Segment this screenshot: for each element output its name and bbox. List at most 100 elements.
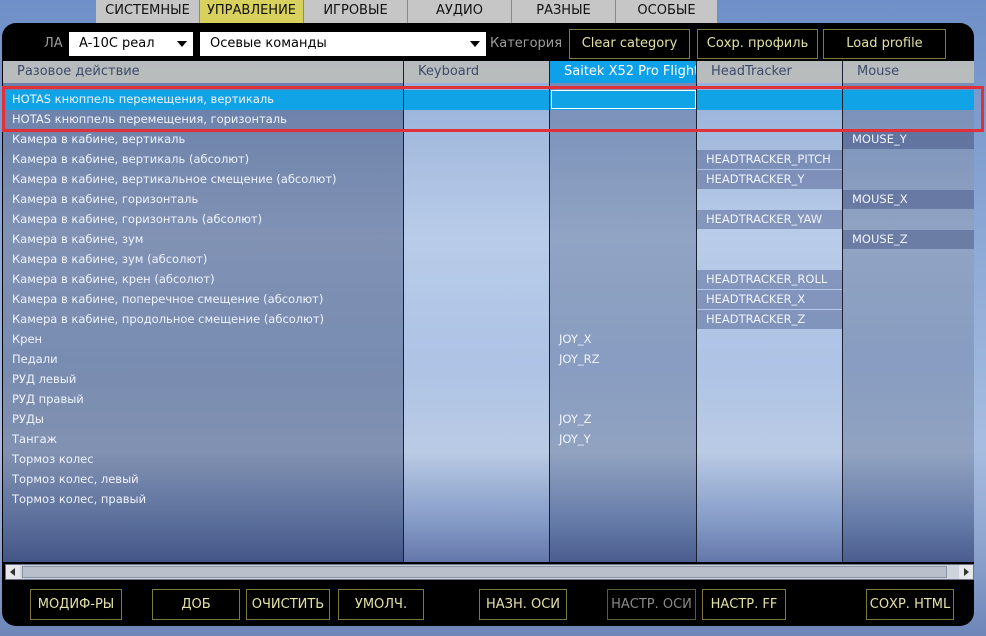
joystick-cell[interactable] bbox=[550, 450, 696, 469]
mouse-cell[interactable] bbox=[843, 90, 974, 109]
mouse-cell[interactable] bbox=[843, 490, 974, 509]
keyboard-cell[interactable] bbox=[404, 90, 549, 109]
aircraft-select[interactable]: A-10C реал bbox=[69, 32, 193, 56]
mouse-cell[interactable] bbox=[843, 330, 974, 349]
table-row[interactable]: Тормоз колес, левый bbox=[3, 470, 974, 490]
table-row[interactable]: Тангаж JOY_Y bbox=[3, 430, 974, 450]
joystick-cell[interactable] bbox=[550, 230, 696, 249]
column-header-headtracker[interactable]: HeadTracker bbox=[697, 61, 842, 83]
joystick-cell[interactable]: JOY_Y bbox=[550, 430, 696, 449]
action-cell[interactable]: Камера в кабине, горизонталь bbox=[3, 190, 403, 209]
mouse-cell[interactable] bbox=[843, 370, 974, 389]
mouse-cell[interactable] bbox=[843, 350, 974, 369]
action-cell[interactable]: Тормоз колес, левый bbox=[3, 470, 403, 489]
headtracker-cell[interactable] bbox=[697, 130, 842, 149]
headtracker-cell[interactable] bbox=[697, 390, 842, 409]
headtracker-cell[interactable] bbox=[697, 250, 842, 269]
keyboard-cell[interactable] bbox=[404, 150, 549, 169]
joystick-cell[interactable] bbox=[550, 190, 696, 209]
mouse-cell[interactable] bbox=[843, 310, 974, 329]
table-row[interactable]: Тормоз колес bbox=[3, 450, 974, 470]
horizontal-scrollbar[interactable] bbox=[5, 564, 974, 580]
mouse-cell[interactable]: MOUSE_Y bbox=[843, 130, 974, 149]
table-row[interactable]: Камера в кабине, горизонталь (абсолют) HE… bbox=[3, 210, 974, 230]
keyboard-cell[interactable] bbox=[404, 490, 549, 509]
joystick-cell[interactable] bbox=[550, 290, 696, 309]
table-row[interactable]: Камера в кабине, вертикальное смещение (… bbox=[3, 170, 974, 190]
joystick-cell[interactable]: JOY_Z bbox=[550, 410, 696, 429]
binding-input-box[interactable] bbox=[551, 90, 696, 109]
save-profile-button[interactable]: Сохр. профиль bbox=[697, 29, 818, 59]
mouse-cell[interactable] bbox=[843, 390, 974, 409]
table-row[interactable]: Педали JOY_RZ bbox=[3, 350, 974, 370]
headtracker-cell[interactable]: HEADTRACKER_PITCH bbox=[697, 150, 842, 169]
add-button[interactable]: ДОБ bbox=[152, 589, 240, 620]
action-cell[interactable]: Камера в кабине, вертикаль (абсолют) bbox=[3, 150, 403, 169]
tab-special[interactable]: ОСОБЫЕ bbox=[616, 0, 718, 23]
headtracker-cell[interactable] bbox=[697, 450, 842, 469]
column-header-action[interactable]: Разовое действие bbox=[3, 61, 403, 83]
headtracker-cell[interactable]: HEADTRACKER_ROLL bbox=[697, 270, 842, 289]
action-cell[interactable]: Камера в кабине, поперечное смещение (аб… bbox=[3, 290, 403, 309]
headtracker-cell[interactable] bbox=[697, 110, 842, 129]
action-cell[interactable]: РУДы bbox=[3, 410, 403, 429]
table-row[interactable]: РУД правый bbox=[3, 390, 974, 410]
table-row[interactable]: Камера в кабине, зум MOUSE_Z bbox=[3, 230, 974, 250]
axis-tune-button[interactable]: НАСТР. ОСИ bbox=[607, 589, 696, 620]
joystick-cell[interactable] bbox=[550, 110, 696, 129]
headtracker-cell[interactable] bbox=[697, 470, 842, 489]
keyboard-cell[interactable] bbox=[404, 390, 549, 409]
headtracker-cell[interactable]: HEADTRACKER_X bbox=[697, 290, 842, 309]
column-header-keyboard[interactable]: Keyboard bbox=[404, 61, 549, 83]
table-row[interactable]: РУД левый bbox=[3, 370, 974, 390]
joystick-cell[interactable] bbox=[550, 170, 696, 189]
default-button[interactable]: УМОЛЧ. bbox=[338, 589, 424, 620]
keyboard-cell[interactable] bbox=[404, 230, 549, 249]
action-cell[interactable]: HOTAS кнюппель перемещения, вертикаль bbox=[3, 90, 403, 109]
headtracker-cell[interactable] bbox=[697, 330, 842, 349]
mouse-cell[interactable] bbox=[843, 270, 974, 289]
table-row[interactable]: Камера в кабине, вертикаль (абсолют) HEAD… bbox=[3, 150, 974, 170]
keyboard-cell[interactable] bbox=[404, 430, 549, 449]
joystick-cell[interactable] bbox=[550, 310, 696, 329]
mouse-cell[interactable] bbox=[843, 150, 974, 169]
keyboard-cell[interactable] bbox=[404, 130, 549, 149]
headtracker-cell[interactable] bbox=[697, 230, 842, 249]
clear-button[interactable]: ОЧИСТИТЬ bbox=[246, 589, 330, 620]
headtracker-cell[interactable] bbox=[697, 490, 842, 509]
table-row[interactable]: Крен JOY_X bbox=[3, 330, 974, 350]
joystick-cell[interactable] bbox=[550, 150, 696, 169]
table-row[interactable]: Тормоз колес, правый bbox=[3, 490, 974, 510]
headtracker-cell[interactable] bbox=[697, 410, 842, 429]
joystick-cell[interactable] bbox=[550, 490, 696, 509]
headtracker-cell[interactable]: HEADTRACKER_Z bbox=[697, 310, 842, 329]
mouse-cell[interactable] bbox=[843, 210, 974, 229]
keyboard-cell[interactable] bbox=[404, 190, 549, 209]
action-cell[interactable]: Камера в кабине, вертикаль bbox=[3, 130, 403, 149]
mouse-cell[interactable] bbox=[843, 170, 974, 189]
action-cell[interactable]: Педали bbox=[3, 350, 403, 369]
scroll-left-button[interactable] bbox=[6, 565, 20, 579]
tab-gameplay[interactable]: ИГРОВЫЕ bbox=[304, 0, 408, 23]
mouse-cell[interactable] bbox=[843, 290, 974, 309]
mouse-cell[interactable]: MOUSE_Z bbox=[843, 230, 974, 249]
keyboard-cell[interactable] bbox=[404, 370, 549, 389]
keyboard-cell[interactable] bbox=[404, 290, 549, 309]
table-row[interactable]: Камера в кабине, продольное смещение (аб… bbox=[3, 310, 974, 330]
load-profile-button[interactable]: Load profile bbox=[823, 29, 946, 59]
action-cell[interactable]: РУД правый bbox=[3, 390, 403, 409]
keyboard-cell[interactable] bbox=[404, 350, 549, 369]
headtracker-cell[interactable] bbox=[697, 90, 842, 109]
tab-misc[interactable]: РАЗНЫЕ bbox=[512, 0, 616, 23]
mouse-cell[interactable] bbox=[843, 410, 974, 429]
keyboard-cell[interactable] bbox=[404, 250, 549, 269]
tab-audio[interactable]: АУДИО bbox=[408, 0, 512, 23]
action-cell[interactable]: Камера в кабине, горизонталь (абсолют) bbox=[3, 210, 403, 229]
headtracker-cell[interactable] bbox=[697, 350, 842, 369]
action-cell[interactable]: Камера в кабине, вертикальное смещение (… bbox=[3, 170, 403, 189]
headtracker-cell[interactable]: HEADTRACKER_YAW bbox=[697, 210, 842, 229]
table-row[interactable]: Камера в кабине, зум (абсолют) bbox=[3, 250, 974, 270]
mouse-cell[interactable] bbox=[843, 110, 974, 129]
action-cell[interactable]: Тормоз колес bbox=[3, 450, 403, 469]
headtracker-cell[interactable]: HEADTRACKER_Y bbox=[697, 170, 842, 189]
